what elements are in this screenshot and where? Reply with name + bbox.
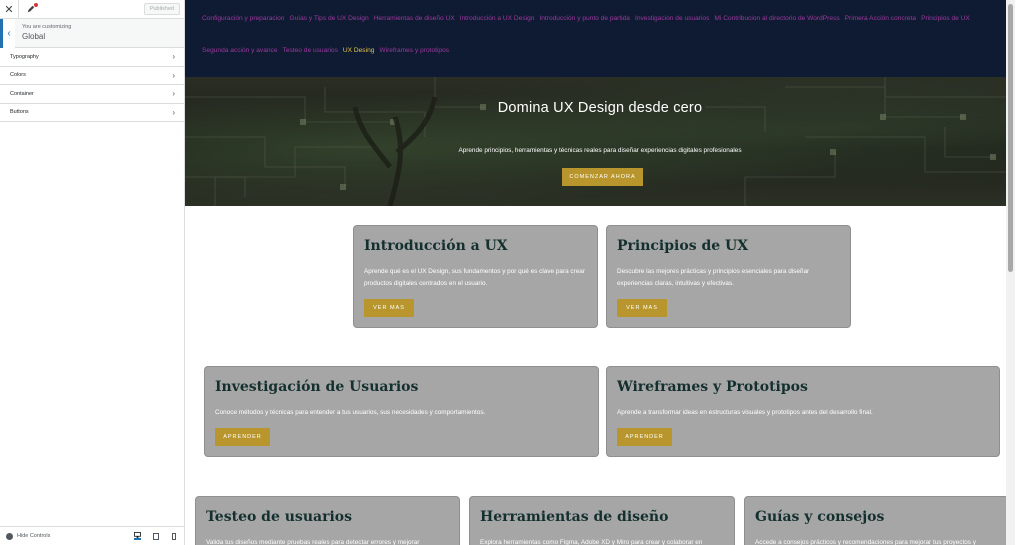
see-more-button[interactable]: VER MAS (617, 299, 667, 317)
start-now-button[interactable]: COMENZAR AHORA (562, 168, 643, 186)
mobile-icon (171, 532, 176, 540)
nav-link[interactable]: Mi Contribucion al directorio de WordPre… (714, 15, 839, 23)
panel-item-label: Colors (10, 72, 26, 79)
card-title: Principios de UX (617, 238, 749, 254)
hide-controls-label: Hide Controls (17, 533, 51, 539)
card-title: Herramientas de diseño (480, 509, 669, 525)
course-card: Introducción a UX Aprende qué es el UX D… (353, 225, 598, 328)
card-description: Explora herramientas como Figma, Adobe X… (480, 539, 703, 545)
nav-link[interactable]: Introducción a UX Design (460, 15, 535, 23)
card-title: Wireframes y Prototipos (617, 379, 808, 395)
customizer-header-bar: ✕ Published (0, 0, 184, 19)
chevron-right-icon: › (172, 52, 175, 62)
nav-menu: Configuración y preparacion Guías y Tips… (202, 15, 1005, 55)
section-title: Global (22, 32, 46, 41)
card-description: Descubre las mejores prácticas y princip… (617, 268, 810, 287)
nav-link[interactable]: Investigacion de usuarios (635, 15, 709, 23)
panel-item-colors[interactable]: Colors › (0, 67, 184, 85)
course-card: Wireframes y Prototipos Aprende a transf… (606, 366, 1000, 457)
panel-item-label: Buttons (10, 109, 29, 116)
course-card: Herramientas de diseño Explora herramien… (469, 496, 735, 545)
published-button[interactable]: Published (143, 3, 180, 15)
back-button[interactable]: ‹ (0, 19, 15, 48)
panel-item-label: Typography (10, 53, 39, 60)
preview-scrollbar[interactable] (1006, 0, 1015, 545)
hero-section: Domina UX Design desde cero Aprende prin… (185, 77, 1015, 206)
panel-item-label: Container (10, 90, 34, 97)
nav-link-current[interactable]: UX Desing (343, 47, 375, 55)
learn-button[interactable]: APRENDER (215, 428, 270, 446)
course-card: Investigación de Usuarios Conoce métodos… (204, 366, 599, 457)
panel-item-typography[interactable]: Typography › (0, 48, 184, 67)
hide-controls-button[interactable]: Hide Controls (6, 532, 51, 540)
card-title: Introducción a UX (364, 238, 508, 254)
card-description: Valida tus diseños mediante pruebas real… (206, 539, 420, 545)
course-card: Principios de UX Descubre las mejores pr… (606, 225, 851, 328)
nav-link[interactable]: Wireframes y prototipos (379, 47, 449, 55)
close-icon: ✕ (4, 3, 14, 16)
panel-item-buttons[interactable]: Buttons › (0, 104, 184, 122)
nav-link[interactable]: Herramientas de diseño UX (374, 15, 455, 23)
course-card: Testeo de usuarios Valida tus diseños me… (195, 496, 460, 545)
card-title: Investigación de Usuarios (215, 379, 419, 395)
chevron-right-icon: › (172, 107, 175, 117)
tablet-icon (152, 532, 159, 540)
nav-link[interactable]: Testeo de usuarios (283, 47, 338, 55)
hero-title: Domina UX Design desde cero (497, 100, 703, 116)
customizer-footer: Hide Controls (0, 526, 185, 545)
card-title: Guías y consejos (755, 509, 885, 525)
card-description: Accede a consejos prácticos y recomendac… (755, 539, 976, 545)
circuit-background-image (185, 77, 1015, 206)
chevron-right-icon: › (172, 70, 175, 80)
section-titles: You are customizing Global (15, 19, 71, 47)
card-description: Conoce métodos y técnicas para entender … (215, 409, 486, 416)
card-title: Testeo de usuarios (206, 509, 352, 525)
close-customizer-button[interactable]: ✕ (0, 0, 19, 19)
course-card: Guías y consejos Accede a consejos práct… (744, 496, 1009, 545)
notification-dot (34, 2, 38, 7)
panel-list: Typography › Colors › Container › Button… (0, 48, 184, 122)
nav-link[interactable]: Primera Acción concreta (845, 15, 916, 23)
edit-button[interactable] (21, 0, 41, 19)
mobile-preview-button[interactable] (170, 532, 177, 540)
nav-link[interactable]: Introducción y punto de partida (539, 15, 630, 23)
see-more-button[interactable]: VER MAS (364, 299, 414, 317)
customizer-sidebar: ✕ Published ‹ You are customizing Global… (0, 0, 185, 545)
panel-item-container[interactable]: Container › (0, 85, 184, 104)
site-preview: Configuración y preparacion Guías y Tips… (185, 0, 1015, 545)
chevron-right-icon: › (172, 89, 175, 99)
card-description: Aprende qué es el UX Design, sus fundame… (364, 268, 585, 287)
chevron-left-icon: ‹ (7, 28, 11, 39)
tablet-preview-button[interactable] (152, 532, 159, 540)
collapse-icon (6, 532, 13, 540)
desktop-preview-button[interactable] (134, 532, 141, 540)
learn-button[interactable]: APRENDER (617, 428, 672, 446)
card-description: Aprende a transformar ideas en estructur… (617, 409, 873, 416)
hero-subtitle: Aprende principios, herramientas y técni… (458, 147, 742, 154)
customizing-label: You are customizing (22, 24, 72, 30)
desktop-icon (134, 532, 141, 538)
site-navbar: Configuración y preparacion Guías y Tips… (185, 0, 1015, 77)
section-header: ‹ You are customizing Global (0, 19, 184, 48)
nav-link[interactable]: Guías y Tips de UX Design (289, 15, 368, 23)
nav-link[interactable]: Configuración y preparacion (202, 15, 284, 23)
nav-link[interactable]: Principios de UX (921, 15, 970, 23)
scrollbar-thumb[interactable] (1008, 4, 1013, 272)
nav-link[interactable]: Segunda acción y avance (202, 47, 278, 55)
device-preview-switcher (134, 532, 177, 540)
